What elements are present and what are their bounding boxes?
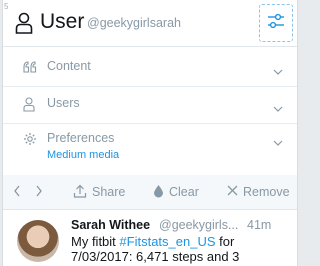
clear-button[interactable]: Clear (153, 175, 199, 209)
users-label: Users (47, 96, 80, 110)
tweet-timestamp[interactable]: 41m (247, 218, 271, 232)
close-icon (227, 185, 243, 199)
drag-handle[interactable]: 5 (3, 0, 9, 46)
tweet-text-start: My fitbit (71, 234, 120, 249)
column-number: 5 (4, 2, 9, 11)
clear-label: Clear (169, 185, 199, 199)
upload-icon (73, 184, 92, 201)
column-user-handle[interactable]: @geekygirlsarah (87, 16, 181, 30)
remove-button[interactable]: Remove (227, 175, 290, 209)
avatar[interactable] (17, 220, 59, 262)
user-icon (15, 12, 33, 39)
droplet-icon (153, 184, 169, 201)
chevron-right-icon (35, 185, 48, 200)
chevron-left-icon (13, 185, 26, 200)
content-label: Content (47, 59, 91, 73)
media-size-setting[interactable]: Medium media (47, 149, 119, 161)
tweet-text: My fitbit #Fitstats_en_US for 7/03/2017:… (71, 234, 283, 264)
preferences-row[interactable]: Preferences Medium media (3, 124, 297, 176)
tweet-author-name[interactable]: Sarah Withee (71, 218, 150, 232)
user-icon (23, 97, 35, 117)
share-label: Share (92, 185, 126, 199)
column-toolbar: Share Clear Remove (3, 175, 297, 210)
chevron-down-icon (273, 134, 283, 152)
move-right-button[interactable] (35, 175, 48, 209)
quote-icon (23, 60, 37, 78)
column-options-button[interactable] (259, 4, 293, 42)
chevron-down-icon (273, 100, 283, 118)
share-button[interactable]: Share (73, 175, 125, 209)
remove-label: Remove (243, 185, 290, 199)
tweet-author-handle[interactable]: @geekygirls... (159, 218, 238, 232)
column-header: 5 User @geekygirlsarah (3, 0, 297, 47)
column-panel: 5 User @geekygirlsarah Content Users Pre… (2, 0, 298, 266)
preferences-label: Preferences (47, 131, 115, 145)
content-row[interactable]: Content (3, 47, 297, 87)
sliders-icon (267, 13, 285, 34)
tweet-hashtag[interactable]: #Fitstats_en_US (119, 234, 215, 249)
chevron-down-icon (273, 63, 283, 81)
tweet-item[interactable]: Sarah Withee @geekygirls... 41m My fitbi… (3, 210, 297, 266)
move-left-button[interactable] (13, 175, 26, 209)
users-row[interactable]: Users (3, 84, 297, 124)
column-title: User (40, 10, 85, 33)
gear-icon (23, 132, 37, 151)
